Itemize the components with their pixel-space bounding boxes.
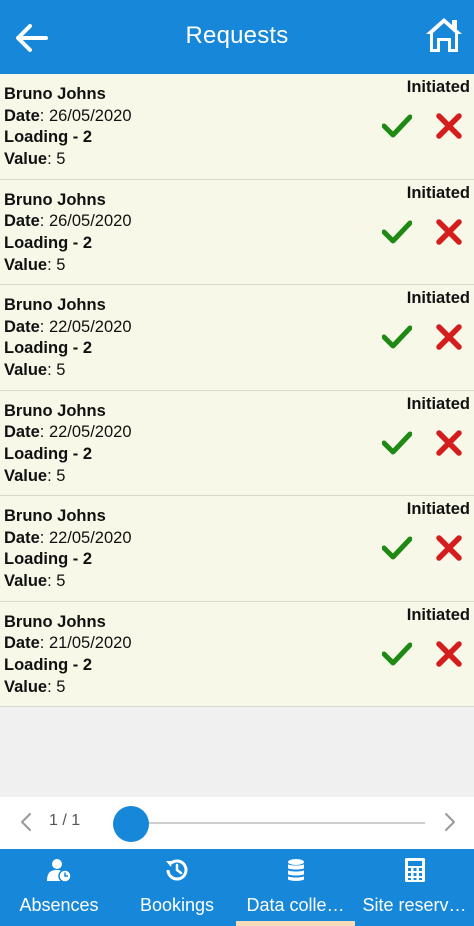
page-slider-track[interactable] [130, 822, 425, 824]
tab-label: Site reserv… [362, 895, 467, 915]
loading-label: Loading - 2 [4, 233, 92, 252]
tab-data-collection[interactable]: Data colle… [236, 849, 355, 926]
status-badge: Initiated [406, 500, 470, 518]
value-label: Value [4, 572, 48, 591]
request-value: 5 [56, 572, 66, 591]
date-label: Date [4, 106, 40, 125]
request-details: Bruno Johns Date: 26/05/2020 Loading - 2… [4, 85, 132, 169]
accept-check-icon[interactable] [382, 324, 412, 350]
loading-label: Loading - 2 [4, 550, 92, 569]
request-value: 5 [56, 150, 66, 169]
date-label: Date [4, 317, 40, 336]
home-icon[interactable] [424, 16, 464, 54]
request-details: Bruno Johns Date: 21/05/2020 Loading - 2… [4, 612, 132, 696]
request-value: 5 [56, 466, 66, 485]
date-label: Date [4, 423, 40, 442]
chevron-left-icon[interactable] [16, 810, 36, 834]
tab-label: Bookings [139, 895, 215, 915]
reject-cross-icon[interactable] [435, 218, 463, 246]
loading-label: Loading - 2 [4, 444, 92, 463]
request-details: Bruno Johns Date: 22/05/2020 Loading - 2… [4, 507, 132, 591]
request-date: 22/05/2020 [48, 423, 132, 442]
tab-label: Data colle… [246, 895, 345, 915]
value-label: Value [4, 361, 48, 380]
reject-cross-icon[interactable] [435, 112, 463, 140]
tab-absences[interactable]: Absences [0, 849, 118, 926]
calculator-icon [404, 858, 425, 882]
date-label: Date [4, 634, 40, 653]
request-row[interactable]: Bruno Johns Date: 22/05/2020 Loading - 2… [0, 390, 474, 496]
chevron-right-icon[interactable] [440, 810, 460, 834]
reject-cross-icon[interactable] [435, 323, 463, 351]
pager: 1 / 1 [0, 797, 474, 849]
user-clock-icon [47, 859, 72, 883]
accept-check-icon[interactable] [382, 113, 412, 139]
request-list: Bruno Johns Date: 26/05/2020 Loading - 2… [0, 74, 474, 707]
request-date: 21/05/2020 [48, 634, 132, 653]
history-icon [166, 859, 188, 881]
accept-check-icon[interactable] [382, 535, 412, 561]
status-badge: Initiated [406, 289, 470, 307]
request-row[interactable]: Bruno Johns Date: 21/05/2020 Loading - 2… [0, 601, 474, 707]
value-label: Value [4, 150, 48, 169]
requester-name: Bruno Johns [4, 296, 106, 314]
request-row[interactable]: Bruno Johns Date: 26/05/2020 Loading - 2… [0, 179, 474, 285]
value-label: Value [4, 677, 48, 696]
date-label: Date [4, 528, 40, 547]
tab-site-reservations[interactable]: Site reserv… [355, 849, 474, 926]
request-row[interactable]: Bruno Johns Date: 22/05/2020 Loading - 2… [0, 285, 474, 391]
loading-label: Loading - 2 [4, 128, 92, 147]
reject-cross-icon[interactable] [435, 640, 463, 668]
request-details: Bruno Johns Date: 22/05/2020 Loading - 2… [4, 401, 132, 485]
app-header: Requests [0, 0, 474, 74]
accept-check-icon[interactable] [382, 641, 412, 667]
database-icon [287, 859, 304, 881]
request-value: 5 [56, 361, 66, 380]
request-details: Bruno Johns Date: 22/05/2020 Loading - 2… [4, 296, 132, 380]
value-label: Value [4, 255, 48, 274]
loading-label: Loading - 2 [4, 339, 92, 358]
value-label: Value [4, 466, 48, 485]
status-badge: Initiated [406, 183, 470, 202]
reject-cross-icon[interactable] [435, 429, 463, 457]
request-date: 26/05/2020 [48, 212, 132, 231]
requester-name: Bruno Johns [4, 401, 106, 420]
request-row[interactable]: Bruno Johns Date: 26/05/2020 Loading - 2… [0, 74, 474, 180]
requester-name: Bruno Johns [4, 612, 106, 631]
request-date: 26/05/2020 [48, 106, 132, 125]
accept-check-icon[interactable] [382, 219, 412, 245]
request-value: 5 [56, 255, 66, 274]
page-count: 1 / 1 [49, 812, 81, 829]
tab-label: Absences [19, 895, 99, 915]
page-title: Requests [185, 22, 289, 49]
request-date: 22/05/2020 [48, 317, 132, 336]
request-value: 5 [56, 677, 66, 696]
requester-name: Bruno Johns [4, 507, 106, 525]
reject-cross-icon[interactable] [435, 534, 463, 562]
status-badge: Initiated [406, 394, 470, 413]
accept-check-icon[interactable] [382, 430, 412, 456]
loading-label: Loading - 2 [4, 655, 92, 674]
request-date: 22/05/2020 [48, 528, 132, 547]
tab-bookings[interactable]: Bookings [118, 849, 236, 926]
bottom-tab-bar: Absences Bookings Data colle… Site reser… [0, 849, 474, 926]
requester-name: Bruno Johns [4, 190, 106, 209]
status-badge: Initiated [406, 605, 470, 624]
selected-tab-indicator [236, 921, 355, 926]
status-badge: Initiated [406, 78, 470, 96]
date-label: Date [4, 212, 40, 231]
page-slider-thumb[interactable] [113, 806, 149, 842]
request-row[interactable]: Bruno Johns Date: 22/05/2020 Loading - 2… [0, 496, 474, 602]
request-details: Bruno Johns Date: 26/05/2020 Loading - 2… [4, 190, 132, 274]
empty-list-area [0, 707, 474, 797]
requester-name: Bruno Johns [4, 85, 106, 103]
